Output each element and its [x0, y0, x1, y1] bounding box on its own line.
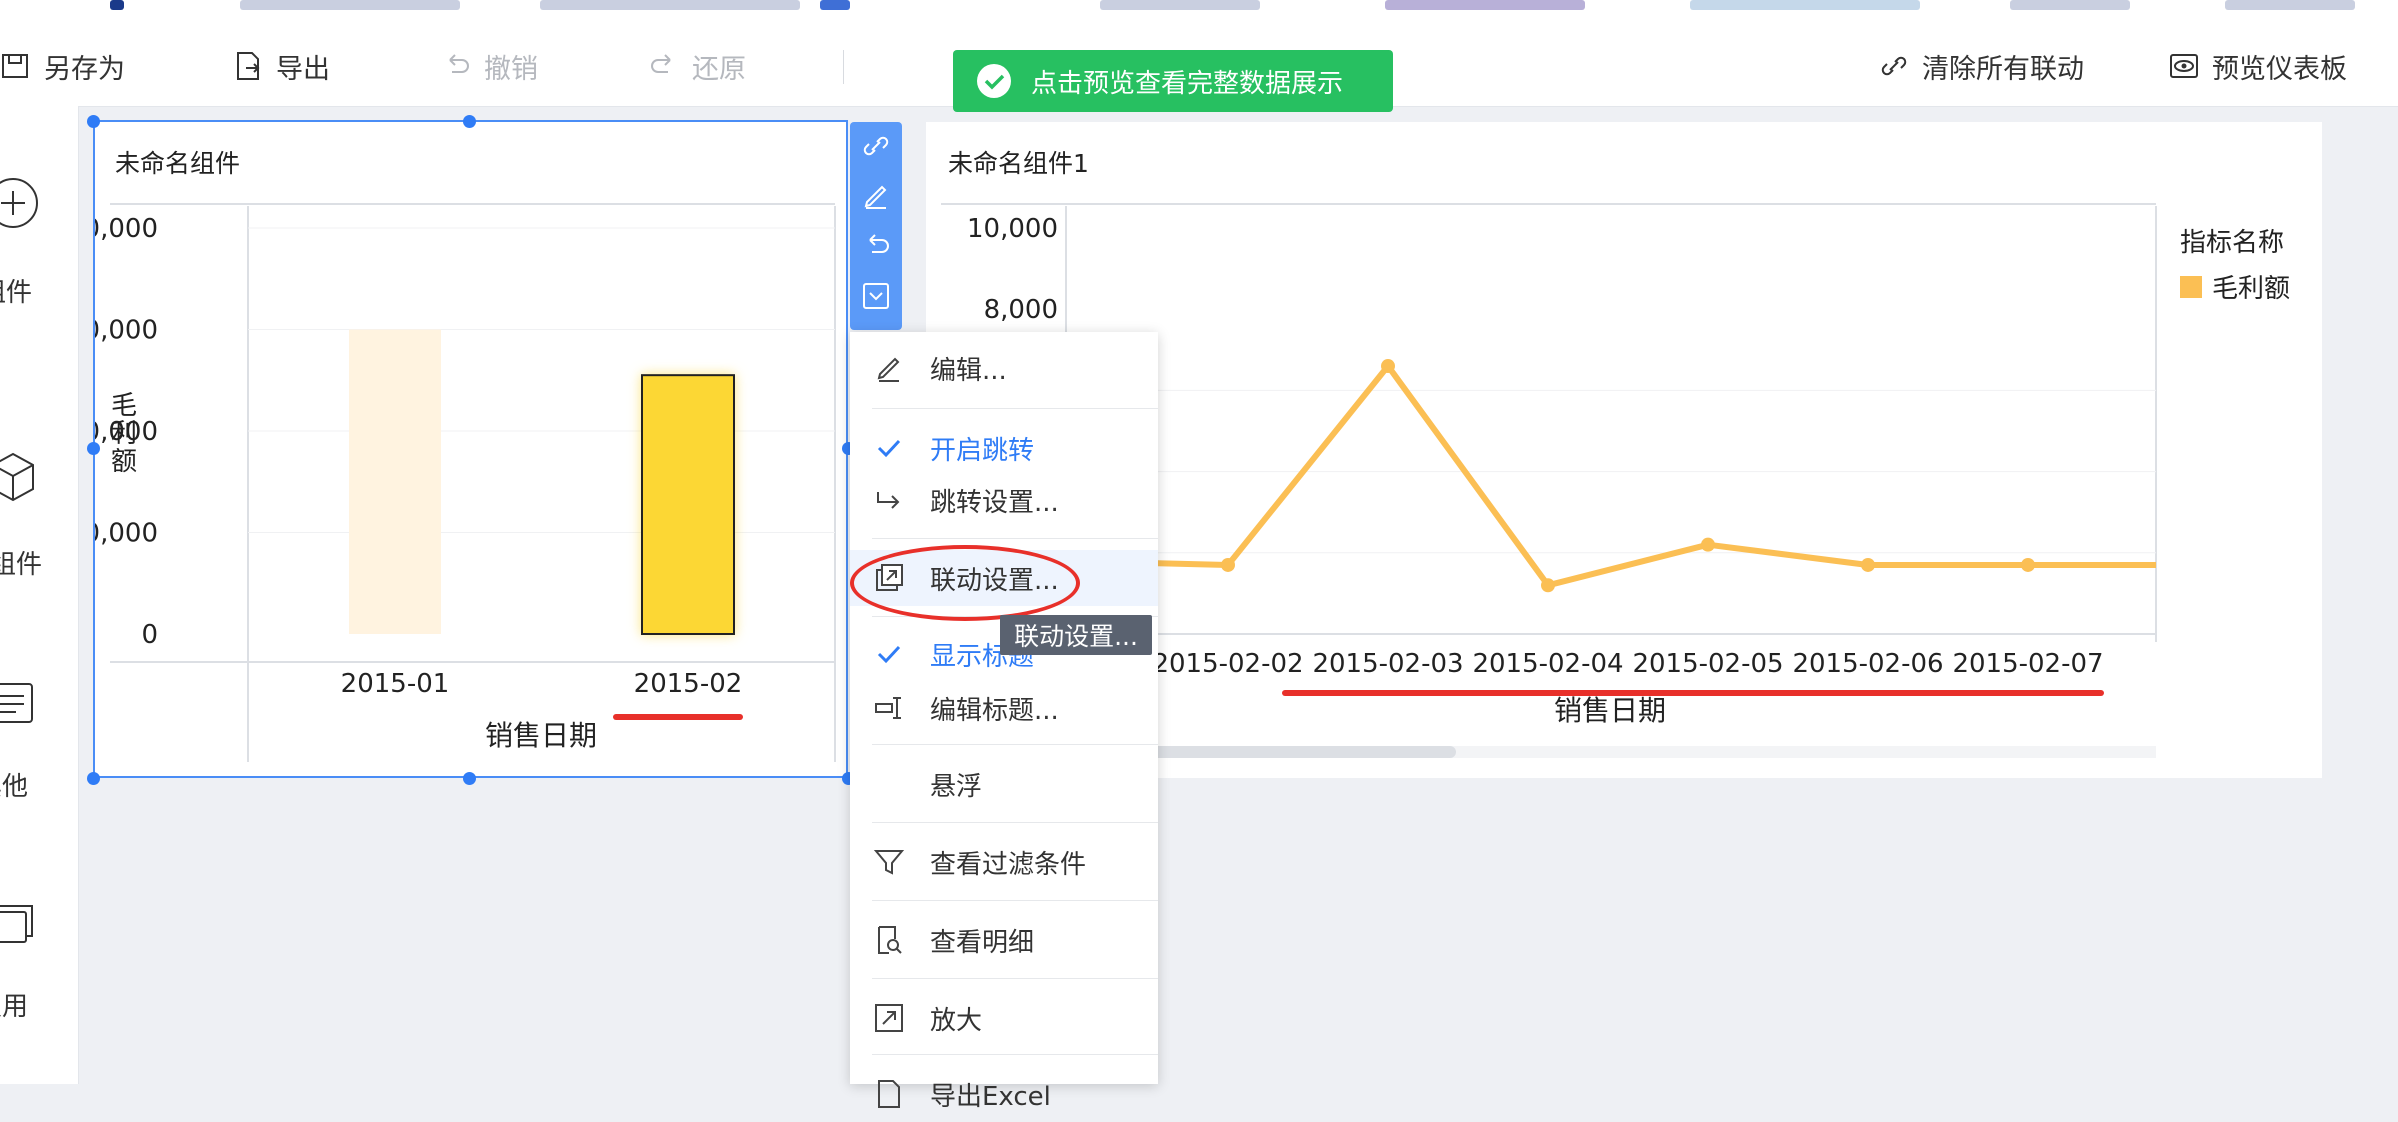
menu-separator	[872, 900, 1158, 901]
left-sidebar: 组件 滤组件 其他 复用	[0, 106, 79, 1084]
preview-dashboard-button[interactable]: 预览仪表板	[2168, 26, 2347, 106]
detail-icon	[878, 926, 902, 954]
data-point[interactable]	[1381, 359, 1395, 374]
x-tick-label: 2015-02-04	[1472, 649, 1623, 679]
sidebar-item-label: 其他	[0, 772, 29, 802]
resize-handle[interactable]	[463, 115, 476, 128]
sidebar-item-label: 组件	[0, 278, 33, 308]
data-point[interactable]	[2021, 557, 2035, 572]
menu-item-label: 编辑...	[930, 355, 1007, 386]
menu-item-label: 开启跳转	[930, 435, 1035, 466]
legend-title: 指标名称	[2180, 228, 2285, 258]
success-toast: 点击预览查看完整数据展示	[953, 50, 1393, 112]
annotation-underline	[1282, 690, 2104, 696]
filter-icon	[873, 850, 905, 875]
export-label: 导出	[276, 53, 330, 85]
save-as-label: 另存为	[44, 53, 125, 85]
widget-context-menu: 编辑... 开启跳转 跳转设置... 联动设置... 显示标题 编辑标题... …	[850, 332, 1158, 1112]
dropdown-icon[interactable]	[860, 280, 892, 312]
export-icon	[237, 52, 260, 80]
pencil-icon	[877, 357, 900, 382]
menu-tooltip: 联动设置...	[1000, 615, 1152, 655]
resize-handle[interactable]	[87, 115, 100, 128]
link-icon[interactable]	[860, 130, 892, 162]
top-tab-strip	[0, 0, 2398, 27]
undo-label: 撤销	[484, 53, 538, 85]
title-edit-icon	[875, 697, 901, 719]
export-button[interactable]: 导出	[232, 26, 330, 106]
cube-icon	[0, 452, 34, 502]
x-tick-label: 2015-02-05	[1632, 649, 1783, 679]
menu-item-export-excel[interactable]: 导出Excel	[850, 1066, 1158, 1122]
check-circle-icon	[977, 64, 1011, 98]
check-icon	[877, 645, 901, 664]
menu-item-zoom[interactable]: 放大	[850, 990, 1158, 1046]
legend-item[interactable]: 毛利额	[2180, 268, 2290, 305]
x-tick-label: 2015-02-07	[1952, 649, 2103, 679]
menu-separator	[872, 744, 1158, 745]
undo-icon[interactable]	[860, 230, 892, 262]
sidebar-item-label: 滤组件	[0, 550, 43, 580]
save-as-button[interactable]: 另存为	[0, 26, 125, 106]
redo-label: 还原	[692, 53, 746, 85]
resize-handle[interactable]	[87, 442, 100, 455]
undo-icon	[449, 54, 469, 73]
check-icon	[877, 439, 901, 458]
menu-item-float[interactable]: 悬浮	[850, 756, 1158, 812]
undo-button[interactable]: 撤销	[440, 26, 538, 106]
toolbar-divider	[843, 50, 844, 84]
x-tick-label: 2015-02-06	[1792, 649, 1943, 679]
menu-item-label: 查看过滤条件	[930, 849, 1087, 880]
export-icon	[878, 1080, 900, 1108]
clear-links-button[interactable]: 清除所有联动	[1878, 26, 2084, 106]
menu-separator	[872, 822, 1158, 823]
y-tick-label: 10,000	[967, 214, 1058, 244]
list-icon	[0, 683, 33, 723]
jump-arrow-icon	[877, 492, 900, 509]
data-point[interactable]	[1541, 578, 1555, 593]
sidebar-item-label: 复用	[0, 992, 29, 1022]
menu-separator	[872, 1054, 1158, 1055]
resize-handle[interactable]	[463, 772, 476, 785]
menu-item-label: 悬浮	[930, 771, 983, 802]
data-point[interactable]	[1701, 537, 1715, 552]
menu-item-label: 查看明细	[930, 927, 1035, 958]
menu-separator	[872, 538, 1158, 539]
menu-item-label: 跳转设置...	[930, 487, 1059, 518]
menu-separator	[872, 408, 1158, 409]
pencil-icon[interactable]	[860, 180, 892, 212]
x-tick-label: 2015-02-03	[1312, 649, 1463, 679]
clear-links-label: 清除所有联动	[1922, 53, 2084, 85]
toast-text: 点击预览查看完整数据展示	[1031, 68, 1344, 99]
menu-item-view-filters[interactable]: 查看过滤条件	[850, 834, 1158, 890]
redo-button[interactable]: 还原	[648, 26, 746, 106]
menu-item-label: 编辑标题...	[930, 695, 1059, 726]
menu-item-label: 导出Excel	[930, 1081, 1051, 1112]
reuse-icon	[0, 905, 33, 943]
menu-item-jump-settings[interactable]: 跳转设置...	[850, 472, 1158, 528]
expand-icon	[875, 1004, 903, 1032]
resize-handle[interactable]	[87, 772, 100, 785]
legend-label: 毛利额	[2212, 274, 2291, 304]
selection-border	[93, 120, 848, 778]
legend-swatch	[2180, 275, 2202, 298]
menu-item-view-details[interactable]: 查看明细	[850, 912, 1158, 968]
menu-item-label: 放大	[930, 1005, 983, 1036]
redo-icon	[651, 54, 671, 73]
unlink-icon	[1881, 56, 1907, 76]
x-tick-label: 2015-02-02	[1152, 649, 1303, 679]
widget-side-toolbar	[850, 122, 902, 330]
menu-item-enable-jump[interactable]: 开启跳转	[850, 420, 1158, 476]
y-tick-label: 8,000	[984, 295, 1058, 325]
menu-item-edit[interactable]: 编辑...	[850, 340, 1158, 396]
eye-icon	[2170, 54, 2198, 78]
plus-circle-icon	[0, 178, 38, 228]
menu-item-edit-title[interactable]: 编辑标题...	[850, 680, 1158, 736]
data-point[interactable]	[1221, 557, 1235, 572]
save-icon	[2, 54, 28, 78]
menu-separator	[872, 978, 1158, 979]
data-point[interactable]	[1861, 557, 1875, 572]
preview-label: 预览仪表板	[2212, 53, 2347, 85]
annotation-ellipse	[850, 545, 1080, 621]
